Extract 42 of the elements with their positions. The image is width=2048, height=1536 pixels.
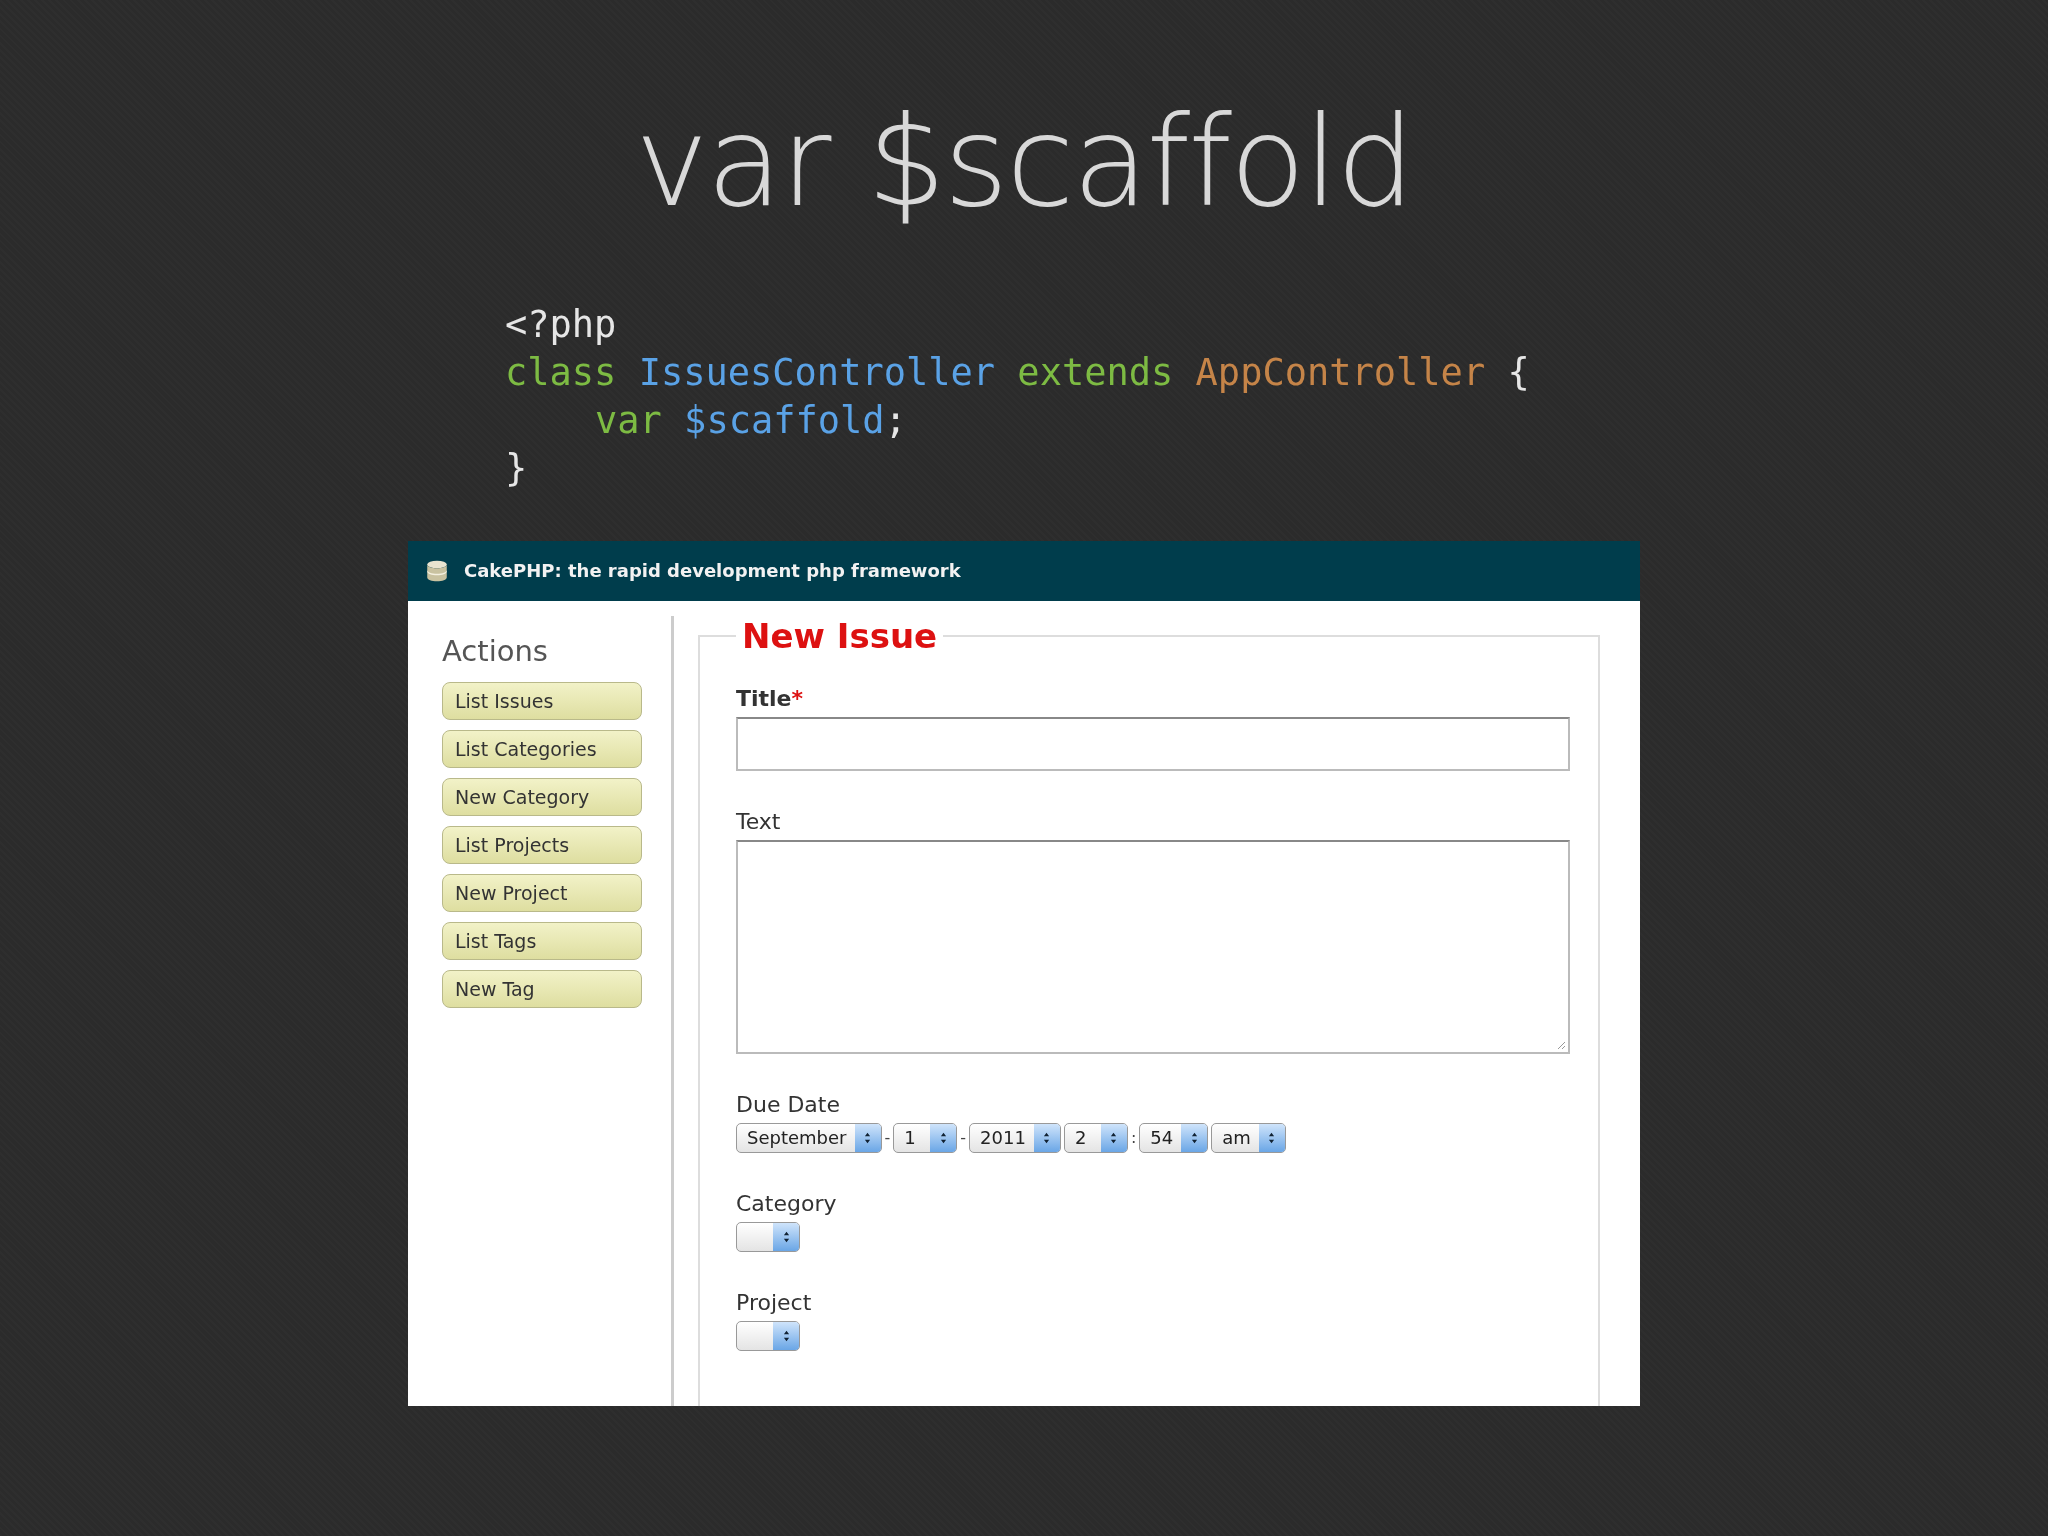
code-line: var $scaffold;: [594, 397, 907, 444]
site-title: CakePHP: the rapid development php framework: [464, 560, 961, 582]
dropdown[interactable]: 2011: [969, 1122, 1061, 1153]
updown-arrows-icon: [781, 1229, 791, 1244]
dropdown[interactable]: 54: [1139, 1122, 1209, 1153]
action-button[interactable]: List Tags: [442, 921, 642, 960]
separator-text: -: [884, 1128, 891, 1148]
dropdown[interactable]: [736, 1320, 800, 1351]
resize-grip-icon: [1556, 1039, 1566, 1050]
form-legend: New Issue: [736, 615, 944, 656]
dropdown[interactable]: 2: [1063, 1122, 1128, 1153]
updown-arrows-icon: [1042, 1130, 1052, 1145]
field-label: Project: [736, 1289, 813, 1315]
field-label: Title*: [736, 685, 805, 711]
field-label: Text: [736, 808, 782, 834]
action-button[interactable]: New Tag: [442, 969, 642, 1008]
action-button[interactable]: List Projects: [442, 825, 642, 864]
dropdown[interactable]: September: [736, 1122, 882, 1153]
separator-text: :: [1130, 1128, 1137, 1148]
code-line: <?php: [505, 301, 617, 348]
updown-arrows-icon: [863, 1130, 872, 1145]
action-button[interactable]: New Project: [442, 873, 642, 912]
separator-text: -: [960, 1128, 967, 1148]
dropdown[interactable]: [736, 1221, 800, 1252]
action-button[interactable]: List Issues: [442, 681, 642, 720]
code-line: class IssuesController extends AppController {: [505, 349, 1530, 396]
updown-arrows-icon: [781, 1328, 791, 1343]
action-button[interactable]: New Category: [442, 777, 642, 816]
updown-arrows-icon: [1267, 1130, 1277, 1145]
action-button[interactable]: List Categories: [442, 729, 642, 768]
field-label: Due Date: [736, 1091, 841, 1117]
sidebar-heading: Actions: [442, 633, 549, 668]
title-input[interactable]: [736, 716, 1570, 771]
text-area[interactable]: [736, 839, 1570, 1054]
dropdown[interactable]: 1: [893, 1122, 958, 1153]
field-label: Category: [736, 1190, 838, 1216]
dropdown[interactable]: am: [1211, 1122, 1286, 1153]
slide-title: var $scaffold: [635, 89, 1413, 236]
code-line: }: [505, 445, 528, 492]
updown-arrows-icon: [1189, 1130, 1199, 1145]
updown-arrows-icon: [1109, 1130, 1119, 1145]
updown-arrows-icon: [938, 1130, 948, 1145]
